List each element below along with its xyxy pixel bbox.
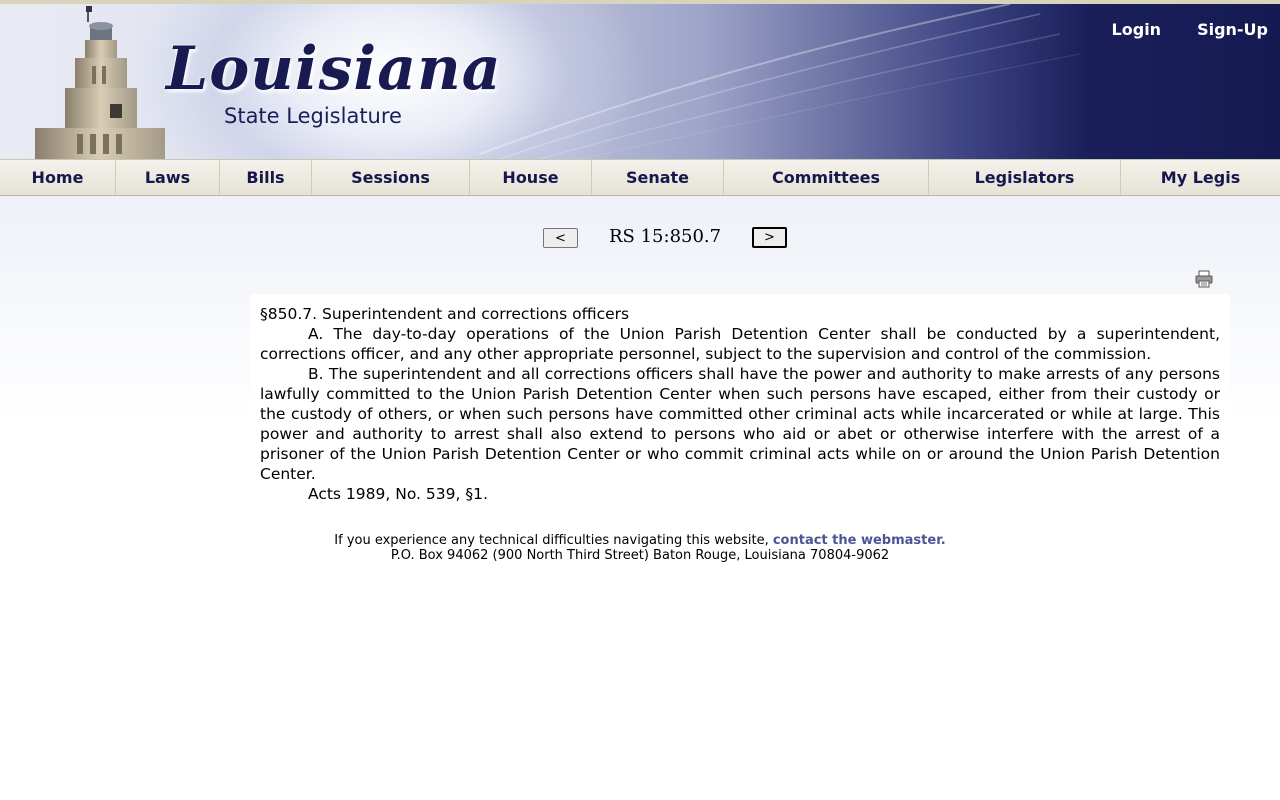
nav-my-legis[interactable]: My Legis bbox=[1121, 160, 1280, 195]
previous-section-button[interactable]: < bbox=[543, 228, 578, 248]
nav-senate[interactable]: Senate bbox=[592, 160, 724, 195]
statute-citation: RS 15:850.7 bbox=[609, 226, 722, 247]
signup-link[interactable]: Sign-Up bbox=[1197, 20, 1268, 39]
auth-links: Login Sign-Up bbox=[1112, 20, 1268, 39]
nav-laws[interactable]: Laws bbox=[116, 160, 220, 195]
section-heading: §850.7. Superintendent and corrections o… bbox=[260, 305, 630, 323]
nav-house[interactable]: House bbox=[470, 160, 592, 195]
paragraph-b: B. The superintendent and all correction… bbox=[260, 365, 1220, 483]
page-footer: If you experience any technical difficul… bbox=[0, 533, 1280, 563]
next-section-button[interactable]: > bbox=[752, 227, 787, 248]
footer-help-line: If you experience any technical difficul… bbox=[0, 533, 1280, 548]
capitol-building-image bbox=[35, 6, 165, 159]
paragraph-a: A. The day-to-day operations of the Unio… bbox=[260, 325, 1220, 363]
nav-sessions[interactable]: Sessions bbox=[312, 160, 470, 195]
nav-legislators[interactable]: Legislators bbox=[929, 160, 1121, 195]
logo-subtitle: State Legislature bbox=[224, 104, 402, 128]
footer-address: P.O. Box 94062 (900 North Third Street) … bbox=[390, 548, 890, 563]
document-navigation: < RS 15:850.7 > bbox=[0, 226, 1280, 250]
nav-home[interactable]: Home bbox=[0, 160, 116, 195]
header-banner: Louisiana State Legislature Login Sign-U… bbox=[0, 4, 1280, 159]
statute-text: §850.7. Superintendent and corrections o… bbox=[250, 294, 1230, 528]
main-nav: Home Laws Bills Sessions House Senate Co… bbox=[0, 159, 1280, 196]
printer-icon[interactable] bbox=[1195, 270, 1213, 292]
nav-committees[interactable]: Committees bbox=[724, 160, 929, 195]
footer-help-text: If you experience any technical difficul… bbox=[334, 533, 773, 548]
contact-webmaster-link[interactable]: contact the webmaster. bbox=[773, 533, 946, 548]
logo-wordmark: Louisiana bbox=[166, 34, 502, 104]
nav-bills[interactable]: Bills bbox=[220, 160, 312, 195]
login-link[interactable]: Login bbox=[1112, 20, 1162, 39]
history-note: Acts 1989, No. 539, §1. bbox=[308, 485, 488, 503]
